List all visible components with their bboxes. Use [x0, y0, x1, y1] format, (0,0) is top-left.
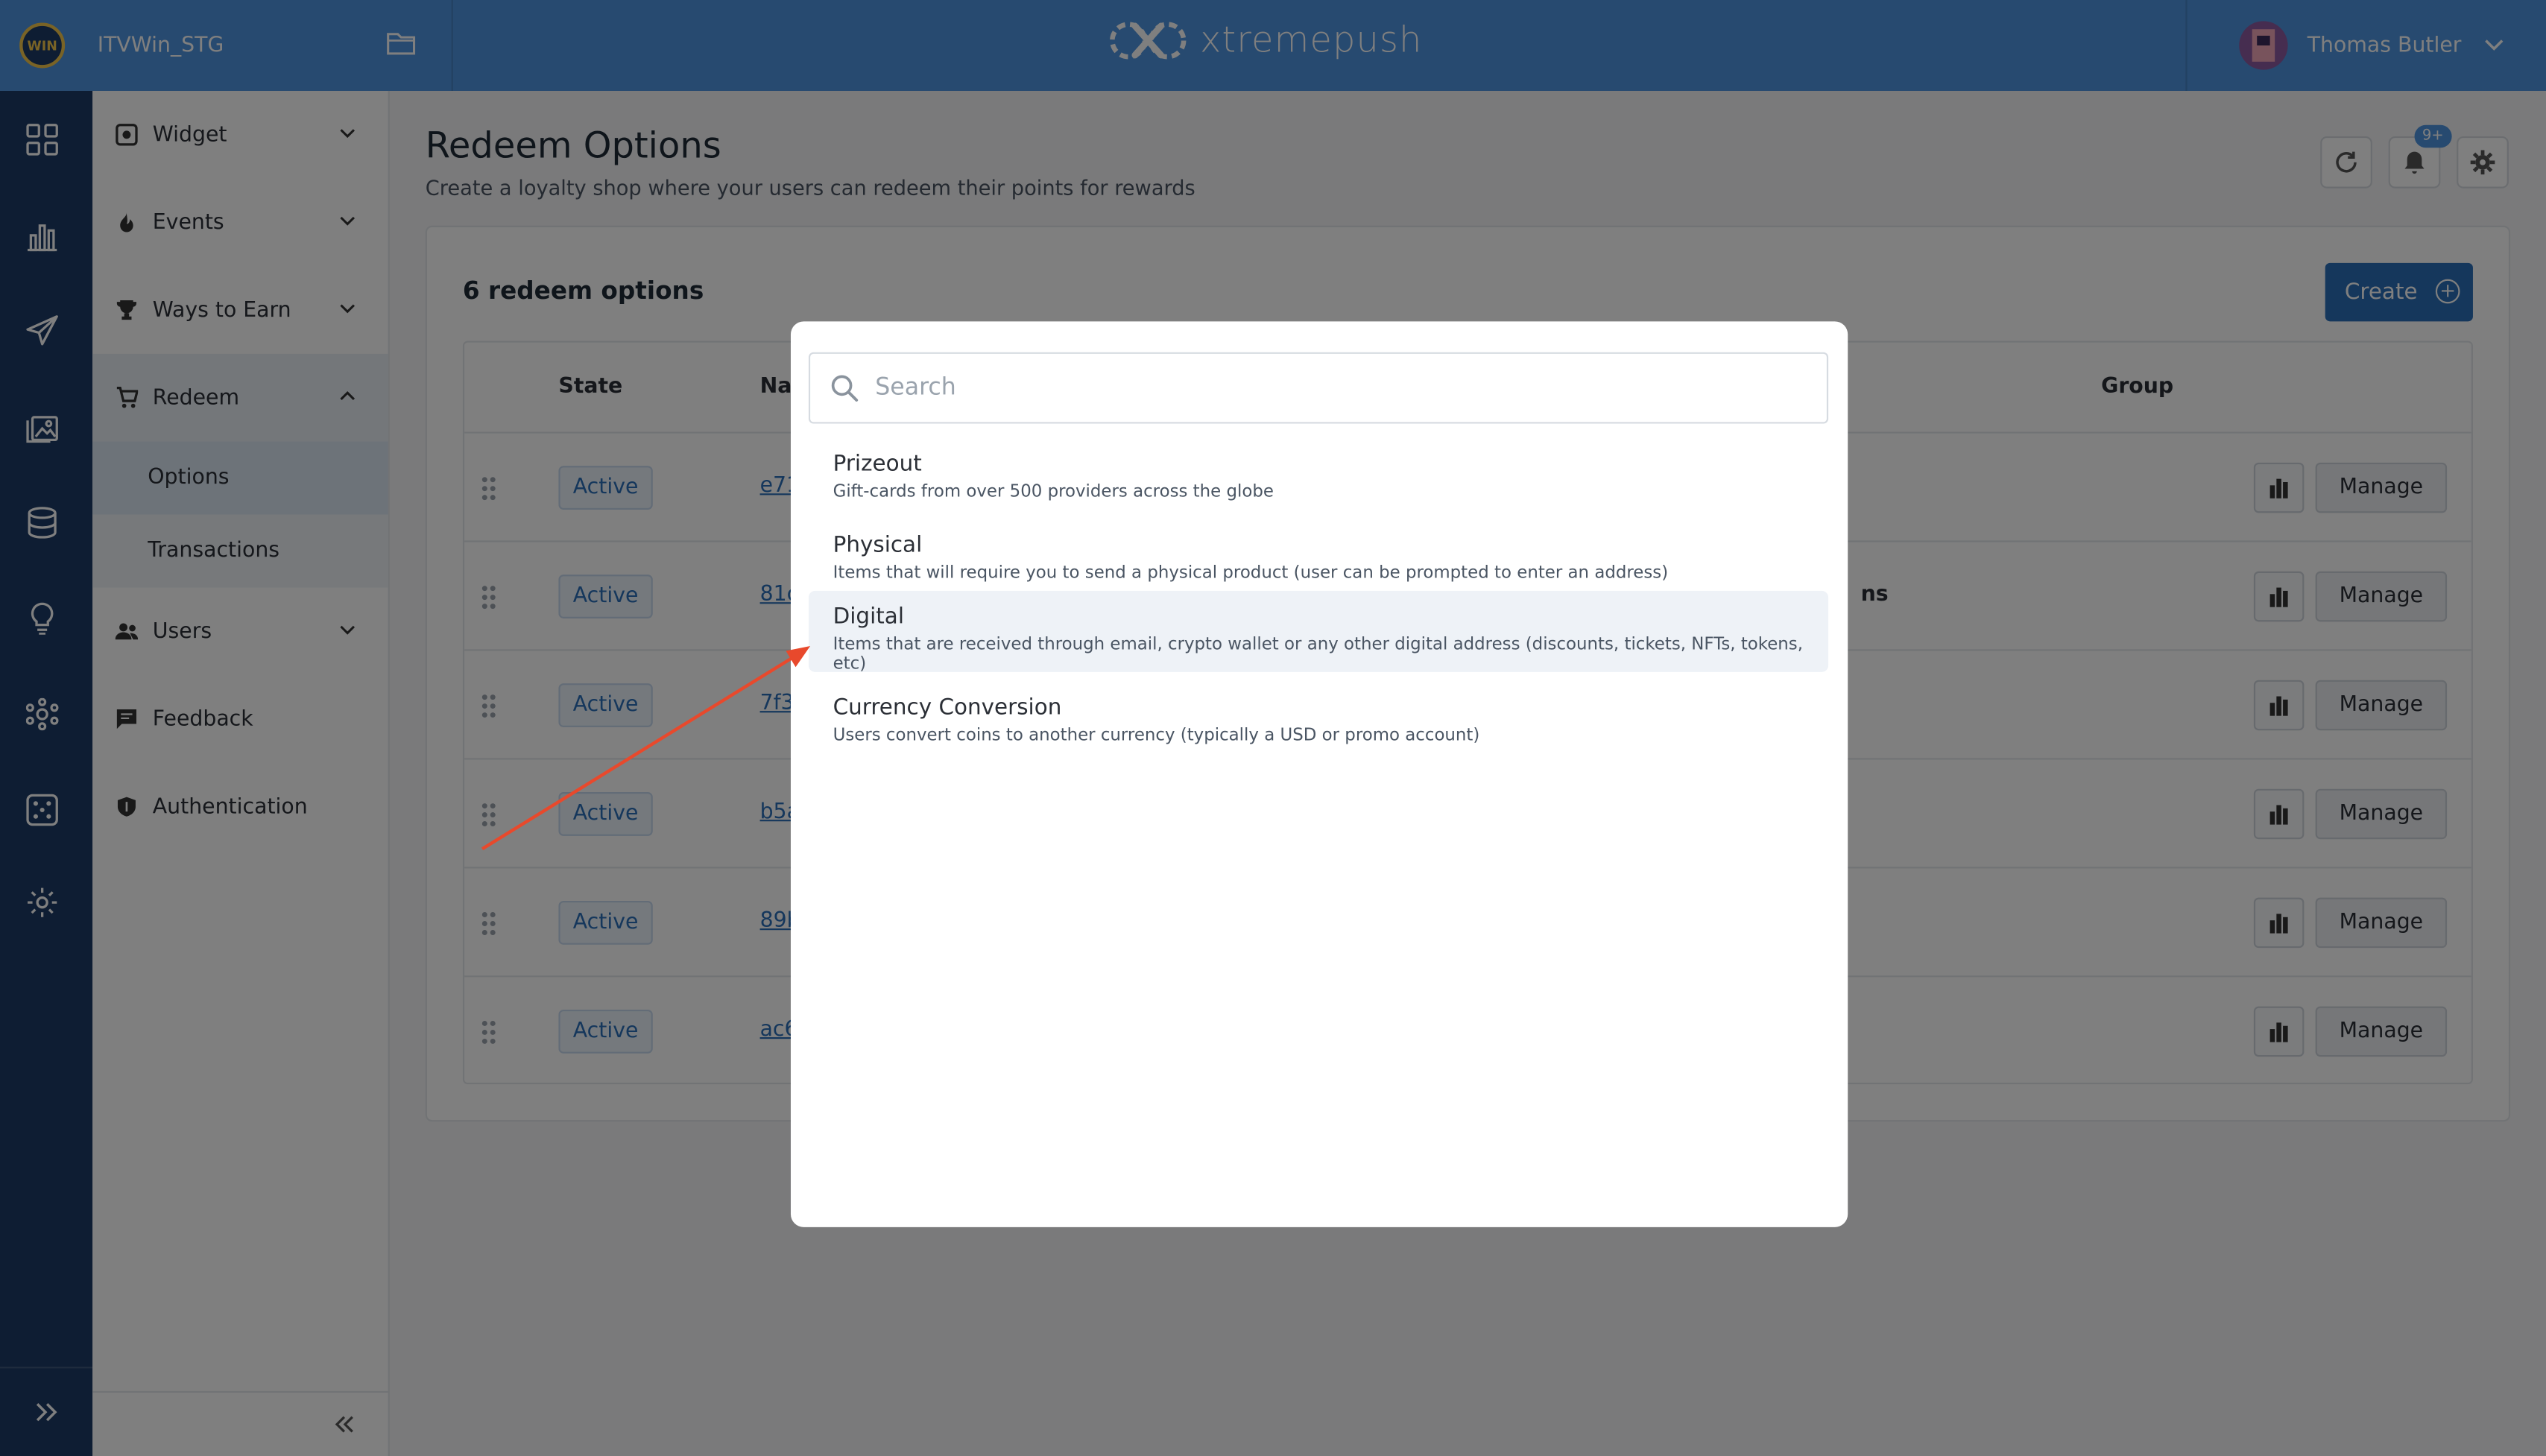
search-input[interactable] — [875, 367, 1801, 409]
option-description: Items that are received through email, c… — [833, 634, 1803, 674]
search-box — [808, 352, 1829, 424]
option-description: Users convert coins to another currency … — [833, 725, 1480, 745]
option-physical[interactable]: Physical Items that will require you to … — [809, 519, 1828, 601]
option-prizeout[interactable]: Prizeout Gift-cards from over 500 provid… — [809, 438, 1828, 519]
app-window: WIN ITVWin_STG xtremepush Thomas Butler — [0, 0, 2546, 1456]
option-description: Items that will require you to send a ph… — [833, 563, 1669, 583]
option-title: Physical — [833, 532, 923, 559]
search-icon — [831, 375, 859, 402]
redeem-type-modal: Prizeout Gift-cards from over 500 provid… — [790, 321, 1848, 1227]
option-title: Digital — [833, 604, 905, 630]
option-currency-conversion[interactable]: Currency Conversion Users convert coins … — [809, 682, 1828, 763]
option-title: Currency Conversion — [833, 694, 1062, 721]
option-digital[interactable]: Digital Items that are received through … — [808, 590, 1829, 674]
option-title: Prizeout — [833, 451, 922, 478]
option-description: Gift-cards from over 500 providers acros… — [833, 481, 1274, 502]
